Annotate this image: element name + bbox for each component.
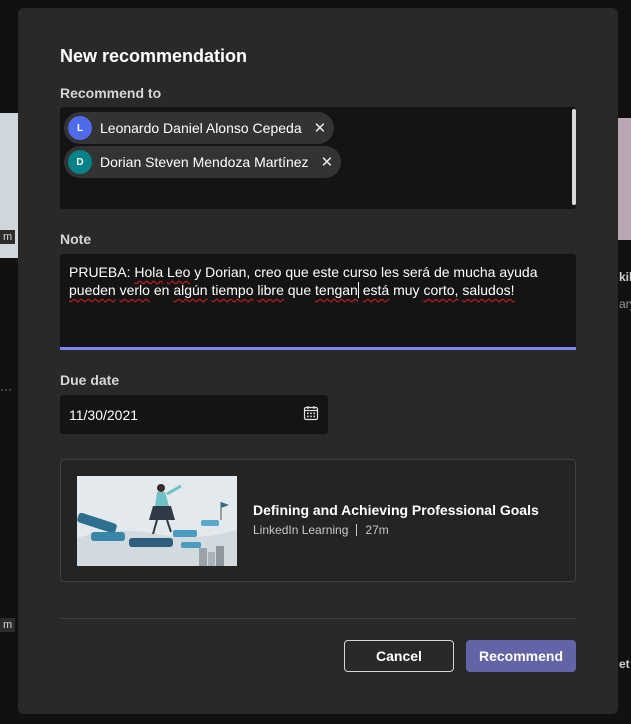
cancel-button[interactable]: Cancel — [344, 640, 454, 672]
due-date-input[interactable]: 11/30/2021 — [60, 395, 328, 434]
note-label: Note — [60, 231, 92, 247]
recipient-name: Leonardo Daniel Alonso Cepeda — [100, 120, 302, 136]
course-thumbnail — [77, 476, 237, 566]
recipient-name: Dorian Steven Mendoza Martínez — [100, 154, 309, 170]
avatar: D — [68, 150, 92, 174]
close-icon[interactable]: ✕ — [321, 155, 334, 170]
course-provider: LinkedIn Learning — [253, 523, 349, 537]
background-card-title: kil — [619, 270, 631, 284]
calendar-icon[interactable] — [303, 405, 319, 424]
new-recommendation-dialog: New recommendation Recommend to L Leonar… — [18, 8, 618, 714]
avatar: L — [68, 116, 92, 140]
course-card[interactable]: Defining and Achieving Professional Goal… — [60, 459, 576, 582]
background-duration-tag: m — [0, 230, 16, 244]
course-meta: LinkedIn Learning 27m — [253, 523, 389, 537]
recommend-to-label: Recommend to — [60, 85, 162, 101]
recipient-chip: D Dorian Steven Mendoza Martínez ✕ — [64, 146, 342, 178]
dialog-title: New recommendation — [60, 46, 248, 66]
footer-divider — [60, 618, 576, 619]
course-title[interactable]: Defining and Achieving Professional Goal… — [253, 502, 539, 518]
recipient-chip: L Leonardo Daniel Alonso Cepeda ✕ — [64, 112, 335, 144]
background-card-title: et — [619, 657, 630, 671]
scrollbar[interactable] — [572, 109, 576, 205]
recipients-picker[interactable]: L Leonardo Daniel Alonso Cepeda ✕ D Dori… — [60, 107, 576, 209]
background-more-icon: ··· — [0, 382, 12, 396]
close-icon[interactable]: ✕ — [314, 121, 327, 136]
recommend-button[interactable]: Recommend — [466, 640, 576, 672]
note-textarea[interactable]: PRUEBA: Hola Leo y Dorian, creo que este… — [60, 254, 576, 350]
due-date-value: 11/30/2021 — [69, 406, 139, 423]
due-date-label: Due date — [60, 372, 120, 388]
background-card-subtitle: ary — [619, 297, 631, 311]
background-duration-tag: m — [0, 618, 16, 632]
background-thumbnail-right — [618, 118, 631, 240]
meta-separator — [356, 524, 358, 536]
course-duration: 27m — [365, 523, 389, 537]
